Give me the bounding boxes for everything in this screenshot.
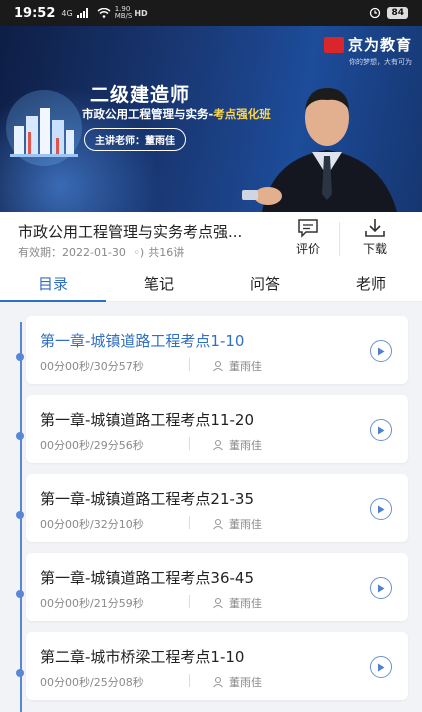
chapter-item[interactable]: 第二章-城市桥梁工程考点1-10 00分00秒/25分08秒 董雨佳 — [16, 632, 408, 700]
review-label: 评价 — [295, 242, 320, 256]
timeline-dot — [16, 590, 24, 598]
presenter-figure — [242, 88, 397, 212]
wifi-icon — [97, 8, 111, 18]
separator — [189, 516, 190, 529]
chapter-teacher-name: 董雨佳 — [229, 676, 262, 689]
tab-teacher[interactable]: 老师 — [318, 264, 422, 302]
chapter-item[interactable]: 第一章-城镇道路工程考点1-10 00分00秒/30分57秒 董雨佳 — [16, 316, 408, 384]
chapter-teacher: 董雨佳 — [212, 674, 262, 690]
chapter-title: 第一章-城镇道路工程考点21-35 — [40, 490, 255, 508]
tab-qa[interactable]: 问答 — [212, 264, 318, 302]
download-icon — [365, 219, 385, 237]
play-icon — [378, 663, 385, 671]
download-button[interactable]: 下载 — [353, 218, 397, 257]
net-speed-unit: MB/S — [114, 12, 133, 20]
comment-icon — [298, 219, 318, 238]
city-illustration — [6, 90, 82, 166]
signal-indicator: 4G — [61, 8, 73, 18]
chapter-item[interactable]: 第一章-城镇道路工程考点11-20 00分00秒/29分56秒 董雨佳 — [16, 395, 408, 463]
separator — [189, 674, 190, 687]
tab-catalog-label: 目录 — [37, 274, 68, 293]
course-info: 市政公用工程管理与实务考点强... 有效期：2022-01-30 ◦) 共16讲 … — [0, 212, 422, 264]
banner-teacher: 主讲老师：董雨佳 — [84, 128, 186, 151]
play-button[interactable] — [370, 419, 392, 441]
person-icon — [213, 360, 223, 372]
signal-icon — [76, 8, 88, 18]
chapter-title: 第一章-城镇道路工程考点36-45 — [40, 569, 255, 587]
chapter-title: 第二章-城市桥梁工程考点1-10 — [40, 648, 245, 666]
tab-qa-label: 问答 — [249, 274, 280, 293]
timeline-dot — [16, 432, 24, 440]
banner-title: 二级建造师 — [90, 84, 191, 106]
tab-notes[interactable]: 笔记 — [106, 264, 212, 302]
action-divider — [339, 222, 340, 256]
brand-name: 京为教育 — [347, 36, 412, 54]
status-time: 19:52 — [14, 5, 56, 21]
tab-notes-label: 笔记 — [143, 274, 174, 293]
course-meta: 有效期：2022-01-30 ◦) 共16讲 — [18, 244, 184, 260]
tab-bar: 目录 笔记 问答 老师 — [0, 264, 422, 302]
chapter-item[interactable]: 第一章-城镇道路工程考点21-35 00分00秒/32分10秒 董雨佳 — [16, 474, 408, 542]
chapter-item[interactable]: 第一章-城镇道路工程考点36-45 00分00秒/21分59秒 董雨佳 — [16, 553, 408, 621]
brand-slogan: 你的梦想，大有可为 — [349, 58, 412, 66]
play-icon — [378, 584, 385, 592]
separator — [189, 595, 190, 608]
chapter-duration: 00分00秒/25分08秒 — [40, 676, 144, 689]
play-button[interactable] — [370, 498, 392, 520]
person-icon — [213, 439, 223, 451]
course-title: 市政公用工程管理与实务考点强... — [18, 223, 243, 241]
chapter-teacher: 董雨佳 — [212, 437, 262, 453]
chapter-title: 第一章-城镇道路工程考点11-20 — [40, 411, 255, 429]
chapter-teacher-name: 董雨佳 — [229, 439, 262, 452]
banner-subtitle-text: 市政公用工程管理与实务- — [82, 107, 214, 121]
person-icon — [213, 676, 223, 688]
hd-indicator: HD — [134, 8, 148, 18]
chapter-teacher: 董雨佳 — [212, 595, 262, 611]
sound-wave-icon: ◦) — [133, 246, 145, 259]
tab-catalog[interactable]: 目录 — [0, 264, 106, 302]
download-label: 下载 — [362, 242, 387, 256]
separator — [189, 437, 190, 450]
play-button[interactable] — [370, 340, 392, 362]
play-button[interactable] — [370, 577, 392, 599]
alarm-icon — [370, 7, 381, 19]
timeline-dot — [16, 353, 24, 361]
person-icon — [213, 597, 223, 609]
chapter-duration: 00分00秒/21分59秒 — [40, 597, 144, 610]
review-button[interactable]: 评价 — [286, 218, 330, 257]
chapter-duration: 00分00秒/30分57秒 — [40, 360, 144, 373]
person-icon — [213, 518, 223, 530]
course-validity: 有效期：2022-01-30 — [18, 246, 126, 259]
chapter-teacher-name: 董雨佳 — [229, 360, 262, 373]
chapter-teacher: 董雨佳 — [212, 516, 262, 532]
play-icon — [378, 347, 385, 355]
chapter-teacher-name: 董雨佳 — [229, 597, 262, 610]
chapter-teacher: 董雨佳 — [212, 358, 262, 374]
course-lessons: 共16讲 — [148, 246, 185, 259]
timeline-dot — [16, 511, 24, 519]
separator — [189, 358, 190, 371]
status-bar: 19:52 4G 1.90 MB/S HD 84 — [0, 0, 422, 26]
video-player[interactable]: 京为教育 你的梦想，大有可为 二级建造师 市政公用工程管理与实务-考点强化班 主… — [0, 26, 422, 212]
play-icon — [378, 505, 385, 513]
tab-teacher-label: 老师 — [355, 274, 386, 293]
play-button[interactable] — [370, 656, 392, 678]
brand-logo-icon — [323, 36, 344, 53]
chapter-teacher-name: 董雨佳 — [229, 518, 262, 531]
timeline-dot — [16, 669, 24, 677]
chapter-duration: 00分00秒/32分10秒 — [40, 518, 144, 531]
chapter-list: 第一章-城镇道路工程考点1-10 00分00秒/30分57秒 董雨佳 第一章-城… — [0, 302, 422, 712]
battery-level: 84 — [387, 7, 408, 19]
brand: 京为教育 你的梦想，大有可为 — [323, 34, 412, 67]
play-icon — [378, 426, 385, 434]
chapter-title: 第一章-城镇道路工程考点1-10 — [40, 332, 245, 350]
net-speed: 1.90 MB/S — [115, 6, 133, 20]
chapter-duration: 00分00秒/29分56秒 — [40, 439, 144, 452]
